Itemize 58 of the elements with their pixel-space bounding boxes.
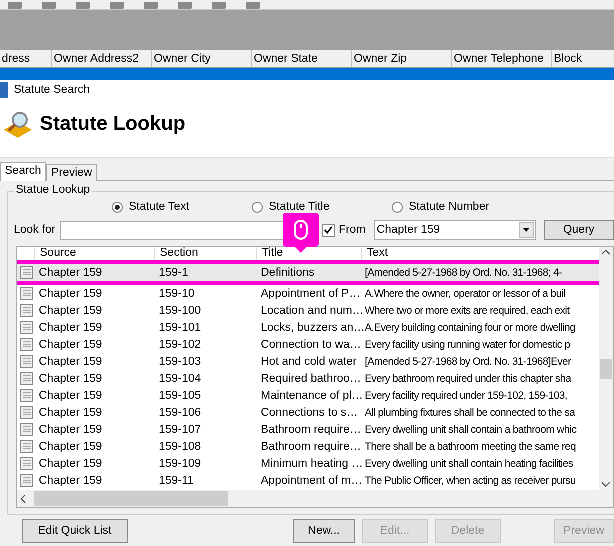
column-header: Block: [552, 50, 614, 67]
radio-label: Statute Text: [129, 201, 190, 213]
radio-button[interactable]: [392, 202, 403, 212]
field-label: Look for: [14, 224, 56, 236]
vertical-scrollbar[interactable]: [599, 247, 613, 490]
dialog-button[interactable]: New...: [293, 519, 355, 543]
toolbar-icon[interactable]: [212, 2, 226, 9]
toolbar-icon[interactable]: [76, 2, 90, 9]
document-icon: [20, 422, 34, 436]
document-icon: [20, 406, 34, 420]
radio-button[interactable]: [112, 202, 123, 212]
column-header: dress: [0, 50, 52, 67]
toolbar-icon[interactable]: [110, 2, 124, 9]
dialog-heading: Statute Lookup: [40, 113, 186, 136]
document-icon: [20, 304, 34, 318]
toolbar-icon[interactable]: [144, 2, 158, 9]
column-header: Owner State: [252, 50, 352, 67]
toolbar-icon[interactable]: [8, 2, 22, 9]
scroll-thumb[interactable]: [600, 358, 612, 378]
column-header: Owner City: [152, 50, 252, 67]
caret-icon: [523, 228, 530, 232]
document-icon: [20, 286, 34, 300]
document-icon: [20, 474, 34, 488]
document-icon: [20, 354, 34, 368]
book-magnifier-icon: [2, 110, 34, 140]
tab[interactable]: Search: [0, 162, 46, 181]
column-header[interactable]: Source: [34, 247, 154, 260]
document-icon: [20, 372, 34, 386]
column-header: Owner Telephone: [452, 50, 552, 67]
list-row[interactable]: Chapter 159 159-1 Definitions [Amended 5-27-1968 by Ord. No. 31-1968; 4-: [17, 264, 599, 281]
globe-icon: [0, 82, 8, 98]
tab[interactable]: Preview: [46, 164, 98, 181]
document-icon: [20, 338, 34, 352]
radio-button[interactable]: [252, 202, 263, 212]
document-icon: [20, 440, 34, 454]
column-header: Owner Zip: [352, 50, 452, 67]
toolbar-icon[interactable]: [178, 2, 192, 9]
document-icon: [20, 388, 34, 402]
query-button[interactable]: Query: [544, 220, 614, 240]
toolbar-icon[interactable]: [246, 2, 260, 9]
radio-label: Statute Title: [269, 201, 330, 213]
window-title: Statute Search: [14, 84, 90, 96]
mouse-icon: [294, 220, 308, 240]
column-header[interactable]: Section: [154, 247, 256, 260]
column-header[interactable]: Text: [361, 247, 583, 260]
document-icon: [20, 456, 34, 470]
horizontal-scrollbar[interactable]: [17, 490, 613, 507]
checkbox[interactable]: [322, 224, 336, 236]
checkmark-icon: [324, 226, 334, 234]
group-title: Statue Lookup: [14, 184, 92, 196]
document-icon: [20, 266, 34, 280]
toolbar-icon[interactable]: [42, 2, 56, 9]
from-dropdown[interactable]: Chapter 159: [374, 220, 536, 240]
radio-label: Statute Number: [409, 201, 490, 213]
document-icon: [20, 320, 34, 334]
dialog-button[interactable]: Edit Quick List: [22, 519, 128, 543]
checkbox-label: From: [339, 224, 366, 236]
column-header: Owner Address2: [52, 50, 152, 67]
